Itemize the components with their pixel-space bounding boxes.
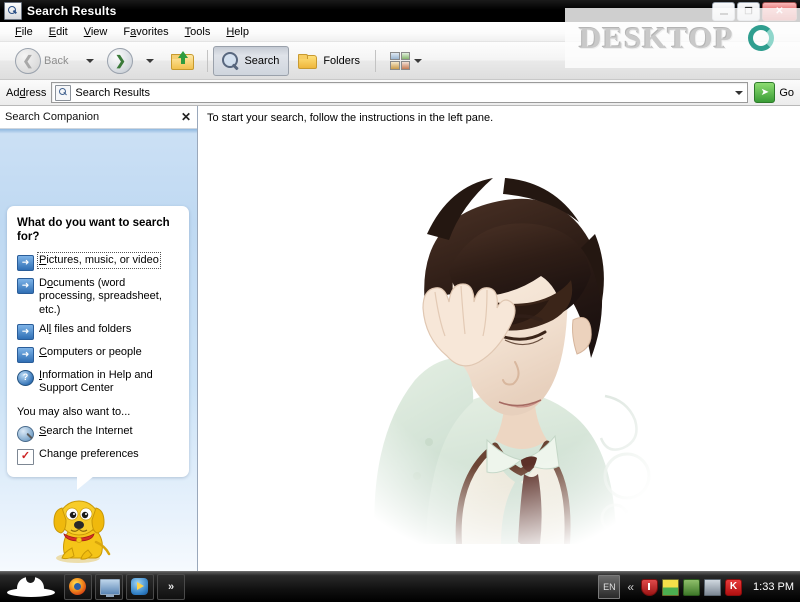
menu-view[interactable]: View	[76, 24, 116, 40]
start-button[interactable]	[0, 572, 62, 602]
kaspersky-icon[interactable]	[725, 578, 743, 596]
close-icon: ✕	[775, 5, 784, 17]
menu-tools[interactable]: Tools	[177, 24, 219, 40]
system-tray: EN « 1:33 PM	[598, 572, 800, 602]
back-arrow-icon: ❮	[15, 47, 41, 74]
go-button[interactable]: Go	[754, 82, 794, 103]
chevron-down-icon[interactable]	[730, 84, 747, 101]
expand-chevron-icon[interactable]: »	[157, 574, 185, 600]
search-option-help[interactable]: Information in Help and Support Center	[17, 369, 179, 396]
results-photo-area	[198, 124, 800, 572]
folder-icon	[297, 52, 318, 70]
results-message: To start your search, follow the instruc…	[207, 112, 494, 124]
toolbar-separator-2	[375, 49, 377, 72]
search-companion-pane: Search Companion ✕ What do you want to s…	[0, 106, 198, 572]
forward-button[interactable]: ❯	[102, 46, 138, 76]
search-document-icon	[4, 2, 22, 20]
search-companion-title: Search Companion	[5, 111, 100, 123]
monitor-icon[interactable]	[704, 578, 722, 596]
search-option-internet[interactable]: Search the Internet	[17, 425, 179, 442]
search-companion-header: Search Companion ✕	[0, 106, 197, 129]
menu-help[interactable]: Help	[218, 24, 257, 40]
title-bar[interactable]: Search Results ❐ ✕	[0, 0, 800, 22]
search-label: Search	[244, 54, 280, 67]
menu-bar: File Edit View Favorites Tools Help	[0, 22, 800, 42]
menu-edit[interactable]: Edit	[41, 24, 76, 40]
magnifier-icon	[221, 51, 241, 71]
media-player-icon[interactable]	[126, 574, 154, 600]
window-title: Search Results	[27, 4, 117, 18]
search-companion-heading: What do you want to search for?	[17, 217, 170, 244]
views-button[interactable]	[381, 46, 431, 76]
explorer-window: Search Results ❐ ✕ File Edit View Favori…	[0, 0, 800, 572]
firefox-icon[interactable]	[64, 574, 92, 600]
address-label: Address	[6, 86, 47, 99]
address-input[interactable]: Search Results	[51, 82, 749, 103]
green-arrow-icon	[754, 82, 776, 103]
toolbar: ❮ Back ❯ Search Folders	[0, 42, 800, 80]
minimize-button[interactable]	[712, 2, 735, 21]
back-label: Back	[44, 54, 69, 67]
rover-dog-icon[interactable]	[48, 492, 112, 564]
tray-expand-icon[interactable]: «	[627, 581, 634, 593]
search-option-label: Documents (word processing, spreadsheet,…	[39, 276, 162, 316]
results-pane: To start your search, follow the instruc…	[198, 106, 800, 572]
close-button[interactable]: ✕	[762, 2, 797, 21]
address-value: Search Results	[75, 86, 150, 99]
security-shield-icon[interactable]	[641, 578, 659, 596]
restore-button[interactable]: ❐	[737, 2, 760, 21]
window-body: Search Companion ✕ What do you want to s…	[0, 106, 800, 572]
address-bar: Address Search Results Go	[0, 80, 800, 106]
globe-search-icon	[17, 425, 34, 442]
search-option-computers[interactable]: Computers or people	[17, 346, 179, 363]
search-option-label: Change preferences	[39, 447, 139, 460]
search-option-label: Computers or people	[39, 345, 142, 358]
search-option-preferences[interactable]: Change preferences	[17, 448, 179, 465]
restore-icon: ❐	[744, 6, 753, 16]
search-document-icon	[55, 84, 72, 101]
back-button[interactable]: ❮ Back	[10, 46, 78, 76]
quick-launch: »	[64, 574, 185, 600]
blue-arrow-icon	[17, 323, 34, 340]
network-icon[interactable]	[683, 578, 701, 596]
search-option-pictures[interactable]: Pictures, music, or video	[17, 251, 179, 271]
blue-arrow-icon	[17, 277, 34, 294]
up-folder-icon	[171, 50, 195, 71]
blue-arrow-icon	[17, 346, 34, 363]
taskbar: » EN « 1:33 PM	[0, 571, 800, 602]
up-button[interactable]	[162, 46, 202, 76]
forward-arrow-icon: ❯	[107, 47, 134, 74]
portrait-photo	[309, 124, 689, 544]
search-companion-card: What do you want to search for? Pictures…	[7, 206, 189, 490]
close-icon[interactable]: ✕	[181, 111, 191, 123]
also-heading: You may also want to...	[17, 405, 131, 418]
calendar-icon[interactable]	[662, 578, 680, 596]
folders-label: Folders	[323, 54, 361, 67]
search-option-all-files[interactable]: All files and folders	[17, 323, 179, 340]
search-option-label: All files and folders	[39, 322, 132, 335]
views-thumbnails-icon	[390, 51, 411, 70]
search-option-label: Search the Internet	[39, 424, 133, 437]
search-option-label: Pictures, music, or video	[37, 251, 161, 270]
menu-file[interactable]: File	[7, 24, 41, 40]
search-option-label: Information in Help and Support Center	[39, 368, 153, 395]
search-option-documents[interactable]: Documents (word processing, spreadsheet,…	[17, 277, 179, 317]
language-indicator[interactable]: EN	[598, 575, 621, 599]
checkbox-icon	[17, 448, 34, 465]
clock[interactable]: 1:33 PM	[753, 581, 794, 593]
toolbar-separator	[207, 49, 209, 72]
forward-history-dropdown-icon[interactable]	[146, 58, 155, 63]
blue-arrow-icon	[17, 254, 34, 271]
views-dropdown-icon[interactable]	[414, 58, 423, 63]
folders-button[interactable]: Folders	[289, 46, 370, 76]
window-controls: ❐ ✕	[712, 2, 797, 21]
search-button[interactable]: Search	[213, 45, 290, 76]
pane-accent-strip	[0, 129, 197, 134]
back-history-dropdown-icon[interactable]	[86, 58, 95, 63]
go-label: Go	[779, 86, 794, 99]
menu-favorites[interactable]: Favorites	[115, 24, 176, 40]
help-question-icon	[17, 369, 34, 386]
show-desktop-icon[interactable]	[95, 574, 123, 600]
